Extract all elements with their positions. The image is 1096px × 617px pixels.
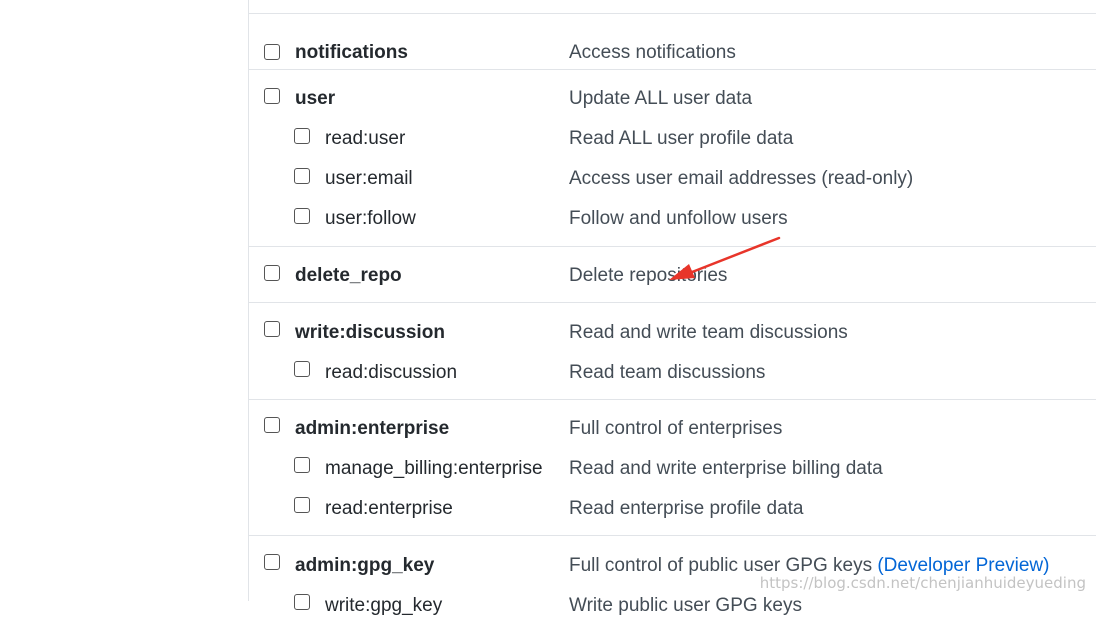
scope-description: Access user email addresses (read-only) <box>569 168 914 189</box>
scope-description: Read team discussions <box>569 362 766 383</box>
scope-checkbox-write-discussion[interactable] <box>264 321 280 337</box>
scope-checkbox-user-follow[interactable] <box>294 208 310 224</box>
scope-group-notifications: notifications Access notifications <box>249 13 1096 70</box>
annotation-arrow-shaft <box>685 236 781 276</box>
scope-checkbox-read-discussion[interactable] <box>294 361 310 377</box>
scope-checkbox-admin-gpg-key[interactable] <box>264 554 280 570</box>
scope-checkbox-write-gpg-key[interactable] <box>294 594 310 610</box>
scope-checkbox-manage-billing-enterprise[interactable] <box>294 457 310 473</box>
scope-name: read:discussion <box>325 362 458 383</box>
scope-checkbox-admin-enterprise[interactable] <box>264 417 280 433</box>
scope-name: user:email <box>325 168 413 189</box>
scope-row-read-user: read:user Read ALL user profile data <box>249 110 1096 150</box>
scope-row-manage-billing-enterprise: manage_billing:enterprise Read and write… <box>249 440 1096 480</box>
scope-row-read-discussion: read:discussion Read team discussions <box>249 343 1096 383</box>
scope-row-write-discussion: write:discussion Read and write team dis… <box>249 303 1096 343</box>
watermark: https://blog.csdn.net/chenjianhuideyuedi… <box>759 574 1086 592</box>
annotation-arrow-head <box>669 264 695 280</box>
scope-checkbox-user-email[interactable] <box>294 168 310 184</box>
scope-description: Update ALL user data <box>569 88 753 109</box>
scope-name: user <box>295 88 336 109</box>
scope-name: delete_repo <box>295 265 402 286</box>
scope-row-read-enterprise: read:enterprise Read enterprise profile … <box>249 480 1096 520</box>
scope-row-user-email: user:email Access user email addresses (… <box>249 150 1096 190</box>
scopes-panel: notifications Access notifications user … <box>248 0 1096 616</box>
scope-name: write:gpg_key <box>325 595 443 616</box>
scope-group-user: user Update ALL user data read:user Read… <box>249 69 1096 247</box>
scope-checkbox-read-enterprise[interactable] <box>294 497 310 513</box>
scope-row-admin-gpg-key: admin:gpg_key Full control of public use… <box>249 536 1096 576</box>
scope-name: admin:gpg_key <box>295 555 435 576</box>
scope-description: Full control of enterprises <box>569 418 783 439</box>
scope-row-admin-enterprise: admin:enterprise Full control of enterpr… <box>249 400 1096 440</box>
scope-name: read:user <box>325 128 406 149</box>
scope-description: Read ALL user profile data <box>569 128 794 149</box>
scope-description: Read enterprise profile data <box>569 498 804 519</box>
scope-description-text: Full control of public user GPG keys <box>569 555 873 576</box>
scope-group-write-discussion: write:discussion Read and write team dis… <box>249 302 1096 400</box>
scope-row-user: user Update ALL user data <box>249 70 1096 110</box>
scope-name: read:enterprise <box>325 498 453 519</box>
scope-description: Read and write team discussions <box>569 322 848 343</box>
scope-description: Write public user GPG keys <box>569 595 803 616</box>
annotation-arrow-icon <box>669 236 781 280</box>
scope-description: Follow and unfollow users <box>569 208 788 229</box>
scope-row-notifications: notifications Access notifications <box>249 27 1096 67</box>
scope-name: admin:enterprise <box>295 418 450 439</box>
scope-checkbox-delete-repo[interactable] <box>264 265 280 281</box>
scope-group-admin-enterprise: admin:enterprise Full control of enterpr… <box>249 399 1096 536</box>
scope-name: user:follow <box>325 208 416 229</box>
scope-description: Access notifications <box>569 42 736 63</box>
scope-name: notifications <box>295 42 408 63</box>
scope-checkbox-notifications[interactable] <box>264 44 280 60</box>
scope-checkbox-read-user[interactable] <box>294 128 310 144</box>
scope-name: manage_billing:enterprise <box>325 458 543 479</box>
developer-preview-link[interactable]: (Developer Preview) <box>877 555 1049 576</box>
scope-checkbox-user[interactable] <box>264 88 280 104</box>
scope-row-user-follow: user:follow Follow and unfollow users <box>249 190 1096 230</box>
scope-name: write:discussion <box>295 322 445 343</box>
scope-description: Read and write enterprise billing data <box>569 458 883 479</box>
